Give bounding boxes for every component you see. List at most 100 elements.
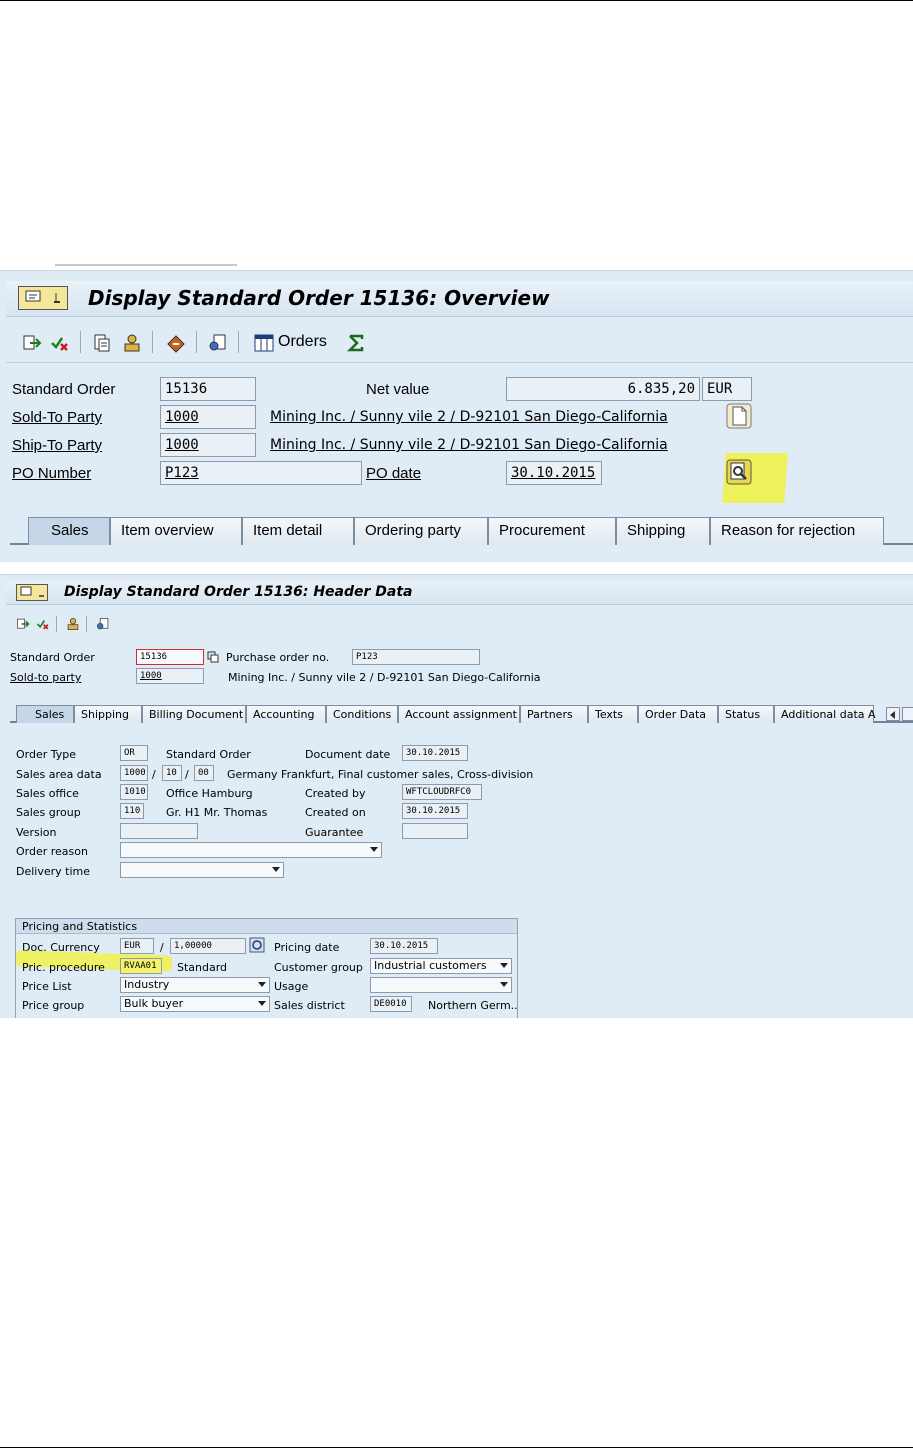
sold-to-party-field[interactable]: 1000 bbox=[160, 405, 256, 429]
sold-to-party-label[interactable]: Sold-to party bbox=[10, 671, 81, 684]
customer-group-dropdown[interactable]: Industrial customers bbox=[370, 958, 512, 974]
sales-district-field[interactable]: DE0010 bbox=[370, 996, 412, 1012]
po-number-label[interactable]: PO Number bbox=[12, 465, 91, 482]
toolbar-separator bbox=[56, 616, 57, 632]
standard-order-field[interactable]: 15136 bbox=[136, 649, 204, 665]
tab-sales[interactable]: Sales bbox=[16, 705, 74, 723]
purchase-order-no-field[interactable]: P123 bbox=[352, 649, 480, 665]
partner-icon[interactable] bbox=[122, 333, 142, 353]
division-field[interactable]: 00 bbox=[194, 765, 214, 781]
version-field[interactable] bbox=[120, 823, 198, 839]
sales-office-field[interactable]: 1010 bbox=[120, 784, 148, 800]
title-bar: Display Standard Order 15136: Header Dat… bbox=[6, 581, 913, 605]
orders-grid-icon[interactable] bbox=[254, 333, 274, 353]
header-icon[interactable] bbox=[92, 333, 112, 353]
tab-scroll-left-button[interactable] bbox=[886, 707, 900, 721]
document-date-field[interactable]: 30.10.2015 bbox=[402, 745, 468, 761]
text-document-icon[interactable] bbox=[726, 403, 752, 429]
pricing-procedure-field[interactable]: RVAA01 bbox=[120, 958, 162, 974]
tab-item-detail[interactable]: Item detail bbox=[242, 517, 354, 545]
document-flow-icon[interactable] bbox=[166, 333, 186, 353]
created-by-field[interactable]: WFTCLOUDRFC0 bbox=[402, 784, 482, 800]
chevron-down-icon bbox=[258, 1001, 266, 1006]
switch-display-icon[interactable] bbox=[16, 617, 30, 631]
order-reason-dropdown[interactable] bbox=[120, 842, 382, 858]
price-list-dropdown[interactable]: Industry bbox=[120, 977, 270, 993]
sales-group-field[interactable]: 110 bbox=[120, 803, 144, 819]
tab-scroll-right-button[interactable] bbox=[902, 707, 913, 721]
exchange-rate-info-icon[interactable] bbox=[249, 937, 265, 953]
switch-display-icon[interactable] bbox=[22, 333, 42, 353]
ship-to-party-description[interactable]: Mining Inc. / Sunny vile 2 / D-92101 San… bbox=[270, 437, 668, 453]
tab-partners[interactable]: Partners bbox=[520, 705, 588, 723]
display-object-icon[interactable] bbox=[96, 617, 110, 631]
tab-item-overview[interactable]: Item overview bbox=[110, 517, 242, 545]
display-header-details-icon[interactable] bbox=[726, 459, 752, 485]
tab-account-assignment[interactable]: Account assignment bbox=[398, 705, 520, 723]
delivery-time-label: Delivery time bbox=[16, 865, 91, 878]
created-on-label: Created on bbox=[305, 806, 366, 819]
po-date-field[interactable]: 30.10.2015 bbox=[506, 461, 602, 485]
standard-order-field[interactable]: 15136 bbox=[160, 377, 256, 401]
display-object-icon[interactable] bbox=[208, 333, 228, 353]
usage-dropdown[interactable] bbox=[370, 977, 512, 993]
po-date-label[interactable]: PO date bbox=[366, 465, 421, 482]
currency-field[interactable]: EUR bbox=[702, 377, 752, 401]
net-value-label: Net value bbox=[366, 381, 430, 398]
tab-shipping[interactable]: Shipping bbox=[74, 705, 142, 723]
check-icon[interactable] bbox=[50, 333, 70, 353]
tab-additional-data-a[interactable]: Additional data A bbox=[774, 705, 876, 723]
scroll-fragment bbox=[55, 264, 237, 266]
tab-procurement[interactable]: Procurement bbox=[488, 517, 616, 545]
order-reason-label: Order reason bbox=[16, 845, 88, 858]
toolbar-separator bbox=[152, 331, 153, 353]
chevron-down-icon bbox=[272, 867, 280, 872]
tab-shipping[interactable]: Shipping bbox=[616, 517, 710, 545]
pricing-procedure-description: Standard bbox=[177, 961, 228, 974]
overview-screen: Display Standard Order 15136: Overview O… bbox=[0, 270, 913, 562]
copy-icon[interactable] bbox=[207, 651, 219, 663]
sales-area-description: Germany Frankfurt, Final customer sales,… bbox=[227, 768, 534, 781]
tab-conditions[interactable]: Conditions bbox=[326, 705, 398, 723]
tab-reason-for-rejection[interactable]: Reason for rejection bbox=[710, 517, 884, 545]
sold-to-party-description[interactable]: Mining Inc. / Sunny vile 2 / D-92101 San… bbox=[270, 409, 668, 425]
check-icon[interactable] bbox=[36, 617, 50, 631]
net-value-field[interactable]: 6.835,20 bbox=[506, 377, 700, 401]
ship-to-party-label[interactable]: Ship-To Party bbox=[12, 437, 102, 454]
sold-to-party-field[interactable]: 1000 bbox=[136, 668, 204, 684]
order-type-field[interactable]: OR bbox=[120, 745, 148, 761]
delivery-time-dropdown[interactable] bbox=[120, 862, 284, 878]
tab-texts[interactable]: Texts bbox=[588, 705, 638, 723]
chevron-down-icon bbox=[500, 982, 508, 987]
tab-billing-document[interactable]: Billing Document bbox=[142, 705, 246, 723]
exchange-rate-field[interactable]: 1,00000 bbox=[170, 938, 246, 954]
tab-accounting[interactable]: Accounting bbox=[246, 705, 326, 723]
partner-icon[interactable] bbox=[66, 617, 80, 631]
sum-icon[interactable] bbox=[346, 333, 366, 353]
sold-to-party-label[interactable]: Sold-To Party bbox=[12, 409, 102, 426]
tab-status[interactable]: Status bbox=[718, 705, 774, 723]
doc-currency-field[interactable]: EUR bbox=[120, 938, 154, 954]
created-on-field[interactable]: 30.10.2015 bbox=[402, 803, 468, 819]
guarantee-field[interactable] bbox=[402, 823, 468, 839]
tab-order-data[interactable]: Order Data bbox=[638, 705, 718, 723]
po-number-field[interactable]: P123 bbox=[160, 461, 362, 485]
chevron-down-icon bbox=[370, 847, 378, 852]
sales-district-description: Northern Germ.. bbox=[428, 999, 518, 1012]
created-by-label: Created by bbox=[305, 787, 366, 800]
separator: / bbox=[152, 768, 156, 781]
sales-org-field[interactable]: 1000 bbox=[120, 765, 148, 781]
standard-order-label: Standard Order bbox=[10, 651, 95, 664]
version-label: Version bbox=[16, 826, 57, 839]
tab-sales[interactable]: Sales bbox=[28, 517, 110, 545]
pricing-date-field[interactable]: 30.10.2015 bbox=[370, 938, 438, 954]
distribution-channel-field[interactable]: 10 bbox=[162, 765, 182, 781]
ship-to-party-field[interactable]: 1000 bbox=[160, 433, 256, 457]
menu-button[interactable] bbox=[18, 286, 68, 310]
sales-office-label: Sales office bbox=[16, 787, 79, 800]
menu-button[interactable] bbox=[16, 584, 48, 601]
orders-button[interactable]: Orders bbox=[278, 333, 327, 351]
tab-ordering-party[interactable]: Ordering party bbox=[354, 517, 488, 545]
pricing-date-label: Pricing date bbox=[274, 941, 340, 954]
price-group-dropdown[interactable]: Bulk buyer bbox=[120, 996, 270, 1012]
